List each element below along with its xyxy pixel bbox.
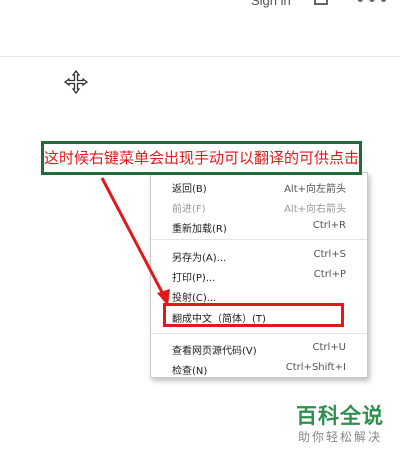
menu-item-label: 打印(P)... [172,273,216,284]
menu-item-shortcut: Ctrl+Shift+I [285,362,346,373]
window-icon[interactable] [314,0,328,5]
menu-item-print[interactable]: 打印(P)... Ctrl+P [151,265,367,285]
menu-item-shortcut: Ctrl+U [312,342,347,353]
context-menu: 返回(B) Alt+向左箭头 前进(F) Alt+向右箭头 重新加载(R) Ct… [150,172,368,378]
logo-subtitle: 助你轻松解决 [298,430,383,444]
menu-item-back[interactable]: 返回(B) Alt+向左箭头 [151,176,367,196]
annotation-callout: 这时候右键菜单会出现手动可以翻译的可供点击 [41,141,362,175]
menu-item-inspect[interactable]: 检查(N) Ctrl+Shift+I [151,358,367,378]
move-cursor-icon [64,70,88,94]
menu-item-view-source[interactable]: 查看网页源代码(V) Ctrl+U [151,338,367,358]
translate-highlight-box [163,303,344,327]
baike-logo: 百科全说 助你轻松解决 [296,404,396,450]
menu-item-forward[interactable]: 前进(F) Alt+向右箭头 [151,196,367,216]
menu-separator [151,333,367,334]
menu-item-shortcut: Alt+向左箭头 [284,184,346,195]
menu-item-label: 返回(B) [172,184,207,195]
menu-item-label: 检查(N) [172,366,208,377]
more-options-icon[interactable]: ••• [355,0,390,10]
menu-item-label: 重新加载(R) [172,224,227,235]
menu-item-save-as[interactable]: 另存为(A)... Ctrl+S [151,245,367,265]
menu-separator [151,239,367,240]
menu-item-reload[interactable]: 重新加载(R) Ctrl+R [151,216,367,236]
sign-in-link[interactable]: Sign in [251,0,291,8]
menu-item-shortcut: Ctrl+S [313,249,346,260]
menu-item-label: 查看网页源代码(V) [172,346,257,357]
menu-item-label: 前进(F) [172,204,206,215]
menu-item-shortcut: Alt+向右箭头 [284,204,346,215]
menu-item-label: 投射(C)... [172,293,217,304]
menu-item-label: 另存为(A)... [172,253,227,264]
menu-item-cast[interactable]: 投射(C)... [151,285,367,305]
logo-title: 百科全说 [296,404,384,428]
menu-item-shortcut: Ctrl+P [313,269,346,280]
browser-topbar: Sign in ••• [0,0,400,57]
menu-item-shortcut: Ctrl+R [312,220,346,231]
